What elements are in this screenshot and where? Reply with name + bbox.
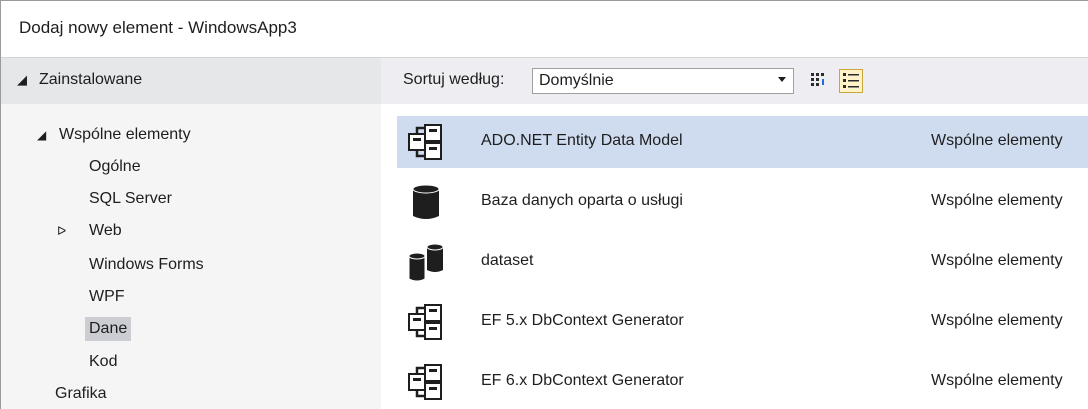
sort-label: Sortuj według: [403, 71, 505, 88]
small-icons-view-button[interactable] [807, 69, 831, 93]
entity-model-icon [408, 124, 442, 160]
item-name: dataset [481, 252, 534, 269]
sort-bar: Sortuj według: Domyślnie [381, 58, 1088, 104]
tree-item-common[interactable]: Wspólne elementy [59, 126, 191, 144]
tree-item-data[interactable]: Dane [85, 317, 132, 341]
item-name: ADO.NET Entity Data Model [481, 132, 683, 149]
item-category: Wspólne elementy [931, 252, 1063, 269]
item-name: Baza danych oparta o usługi [481, 192, 683, 209]
list-item[interactable]: Baza danych oparta o usługi Wspólne elem… [397, 176, 1088, 228]
entity-model-icon [408, 304, 442, 340]
expanded-triangle-icon[interactable]: ◢ [37, 128, 46, 142]
entity-model-icon [408, 364, 442, 400]
item-name: EF 5.x DbContext Generator [481, 312, 684, 329]
chevron-down-icon [778, 77, 786, 82]
list-item[interactable]: dataset Wspólne elementy [397, 236, 1088, 288]
add-new-item-dialog: Dodaj nowy element - WindowsApp3 ◢ Zains… [0, 0, 1088, 409]
tree-item-general[interactable]: Ogólne [89, 158, 141, 176]
item-category: Wspólne elementy [931, 312, 1063, 329]
item-category: Wspólne elementy [931, 372, 1063, 389]
tree-item-code[interactable]: Kod [89, 353, 117, 371]
sidebar: ◢ Zainstalowane ◢ Wspólne elementy Ogóln… [1, 58, 381, 409]
tree-item-wpf[interactable]: WPF [89, 288, 125, 306]
expanded-triangle-icon[interactable]: ◢ [17, 72, 27, 88]
item-category: Wspólne elementy [931, 192, 1063, 209]
items-pane: Sortuj według: Domyślnie ADO.NET Entity … [381, 58, 1088, 409]
details-view-icon [843, 73, 859, 88]
list-item[interactable]: EF 6.x DbContext Generator Wspólne eleme… [397, 356, 1088, 408]
list-item[interactable]: EF 5.x DbContext Generator Wspólne eleme… [397, 296, 1088, 348]
window-title: Dodaj nowy element - WindowsApp3 [19, 18, 297, 37]
dataset-icon [408, 243, 444, 282]
item-name: EF 6.x DbContext Generator [481, 372, 684, 389]
tree-item-web[interactable]: Web [89, 222, 122, 240]
database-icon [412, 184, 440, 219]
sort-dropdown[interactable]: Domyślnie [532, 68, 794, 94]
sort-dropdown-value: Domyślnie [539, 72, 614, 89]
list-item[interactable]: ADO.NET Entity Data Model Wspólne elemen… [397, 116, 1088, 168]
tree-item-graphics[interactable]: Grafika [55, 385, 107, 403]
tree-item-sql-server[interactable]: SQL Server [89, 190, 172, 208]
installed-header[interactable]: ◢ Zainstalowane [1, 58, 381, 104]
installed-label: Zainstalowane [39, 71, 143, 88]
details-view-button[interactable] [839, 69, 863, 93]
item-category: Wspólne elementy [931, 132, 1063, 149]
collapsed-triangle-icon[interactable]: ᐅ [57, 224, 66, 238]
small-icons-view-icon [811, 73, 824, 86]
title-bar: Dodaj nowy element - WindowsApp3 [1, 1, 1088, 58]
tree-item-windows-forms[interactable]: Windows Forms [89, 256, 204, 274]
